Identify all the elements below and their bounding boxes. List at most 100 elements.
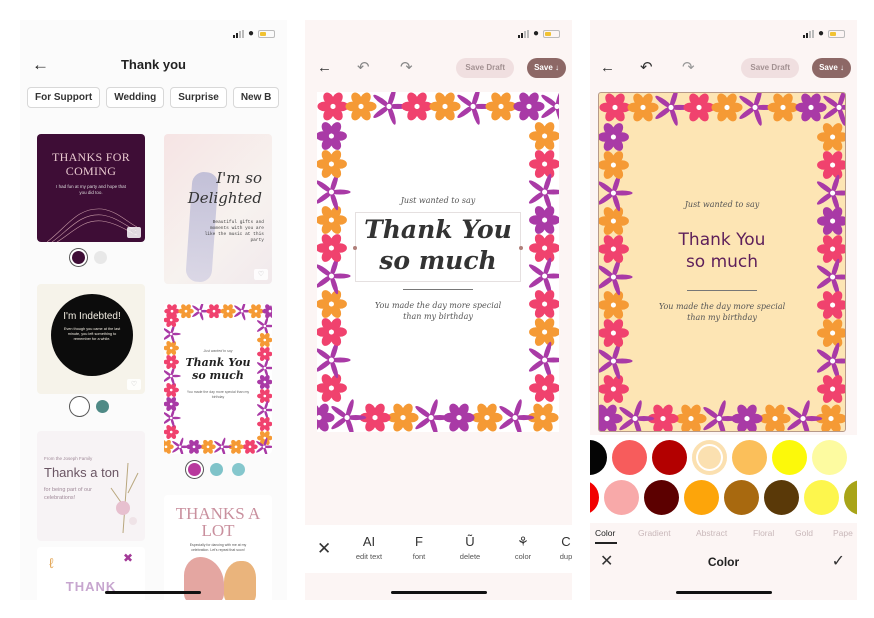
color-swatch[interactable] (692, 440, 727, 475)
color-option[interactable] (96, 400, 109, 413)
card-thanks-a-ton[interactable]: From the Joseph Family Thanks a ton for … (37, 431, 145, 541)
flower-icon (164, 408, 181, 428)
card-canvas[interactable]: Just wanted to say Thank You so much You… (317, 92, 559, 432)
favorite-icon[interactable]: ♡ (127, 379, 141, 390)
arrow-left-icon[interactable]: ← (317, 58, 332, 78)
card-subtext[interactable]: You made the day more special than my bi… (317, 300, 559, 322)
color-swatch[interactable] (590, 480, 599, 515)
color-option[interactable] (210, 463, 223, 476)
tool-delete[interactable]: Ũ delete (447, 533, 493, 561)
decoration-icon: ℓ (49, 555, 54, 571)
color-swatch[interactable] (652, 440, 687, 475)
save-button[interactable]: Save ↓ (812, 58, 851, 78)
card-thanks-for-coming[interactable]: THANKS FOR COMING I had fun at my party … (37, 134, 145, 242)
tool-color[interactable]: ⚘ color (500, 533, 546, 561)
card-title: Thank You so much (185, 356, 251, 382)
card-kicker[interactable]: Just wanted to say (599, 200, 845, 209)
flower-icon (619, 400, 655, 431)
flower-icon (256, 316, 272, 336)
flower-icon (257, 333, 272, 347)
favorite-icon[interactable]: ♡ (127, 227, 141, 238)
color-screen: ● ← ↶ ↷ Save Draft Save ↓ Just wanted to… (590, 20, 857, 600)
save-draft-button[interactable]: Save Draft (456, 58, 514, 78)
font-icon: F (415, 534, 423, 549)
tool-label: dup (559, 552, 572, 561)
undo-icon[interactable]: ↶ (357, 58, 370, 78)
color-swatch[interactable] (772, 440, 807, 475)
flower-icon (164, 355, 179, 369)
card-body: I had fun at my party and hope that you … (56, 184, 126, 195)
card-title: I'm Indebted! (63, 311, 121, 322)
chip-new-b[interactable]: New B (232, 87, 280, 108)
color-swatch[interactable] (612, 440, 647, 475)
card-im-so-delighted[interactable]: I'm so Delighted Beautiful gifts and mom… (164, 134, 272, 284)
card-headline[interactable]: Thank You so much (599, 229, 845, 273)
flower-icon (599, 404, 623, 431)
color-swatch[interactable] (844, 480, 857, 515)
card-headline[interactable]: Thank You so much (317, 214, 559, 276)
color-option[interactable] (94, 251, 107, 264)
card-thank-you-so-much[interactable]: Just wanted to say Thank You so much You… (164, 304, 272, 454)
color-swatch[interactable] (764, 480, 799, 515)
tab-gradient[interactable]: Gradient (638, 528, 671, 538)
flower-icon (317, 150, 347, 178)
color-option[interactable] (232, 463, 245, 476)
tab-gold[interactable]: Gold (795, 528, 813, 538)
tab-floral[interactable]: Floral (753, 528, 774, 538)
color-swatch[interactable] (684, 480, 719, 515)
background-tabs: Color Gradient Abstract Floral Gold Pape (590, 526, 857, 548)
card-subtext[interactable]: You made the day more special than my bi… (599, 301, 845, 323)
edit-toolbar: ✕ AI edit text F font Ũ delete ⚘ color C… (305, 525, 572, 573)
flower-icon (787, 400, 823, 431)
tab-abstract[interactable]: Abstract (696, 528, 727, 538)
save-button[interactable]: Save ↓ (527, 58, 566, 78)
flower-icon (257, 347, 272, 361)
chip-for-support[interactable]: For Support (27, 87, 101, 108)
undo-icon[interactable]: ↶ (640, 58, 653, 78)
arrow-left-icon[interactable]: ← (600, 58, 615, 78)
flower-icon (242, 439, 258, 454)
color-swatch[interactable] (604, 480, 639, 515)
tool-font[interactable]: F font (396, 533, 442, 561)
subtext-line: You made the day more special (658, 302, 786, 311)
flower-icon (817, 375, 845, 403)
editor-header: ← ↶ ↷ Save Draft Save ↓ (305, 58, 572, 80)
card-im-indebted[interactable]: I'm Indebted! Even though you came at th… (37, 284, 145, 394)
flower-icon (817, 123, 845, 151)
chip-wedding[interactable]: Wedding (106, 87, 165, 108)
flower-icon (178, 304, 194, 319)
color-swatch[interactable] (590, 440, 607, 475)
divider (687, 290, 757, 291)
tab-color[interactable]: Color (595, 528, 618, 544)
color-swatch[interactable] (812, 440, 847, 475)
flower-icon (164, 324, 181, 344)
card-canvas[interactable]: Just wanted to say Thank You so much You… (598, 92, 846, 432)
signal-icon (232, 30, 244, 38)
color-swatch[interactable] (732, 440, 767, 475)
color-option[interactable] (72, 399, 87, 414)
redo-icon[interactable]: ↷ (682, 58, 695, 78)
redo-icon[interactable]: ↷ (400, 58, 413, 78)
tab-paper[interactable]: Pape (833, 528, 853, 538)
close-icon[interactable]: ✕ (317, 539, 331, 559)
card-kicker[interactable]: Just wanted to say (317, 196, 559, 205)
color-option[interactable] (188, 463, 201, 476)
card-kicker: From the Joseph Family (44, 456, 93, 461)
color-option[interactable] (72, 251, 85, 264)
color-swatch[interactable] (804, 480, 839, 515)
divider (403, 289, 473, 290)
favorite-icon[interactable]: ♡ (254, 269, 268, 280)
tool-edit-text[interactable]: AI edit text (346, 533, 392, 561)
tool-duplicate[interactable]: C dup (543, 533, 572, 561)
checkmark-icon[interactable]: ✓ (832, 552, 845, 572)
flower-icon (528, 341, 559, 379)
flower-icon (164, 397, 179, 411)
color-swatch[interactable] (724, 480, 759, 515)
chip-surprise[interactable]: Surprise (170, 87, 227, 108)
flower-icon (345, 92, 377, 121)
card-thanks-a-lot[interactable]: THANKS A LOT Especially for dancing with… (164, 495, 272, 600)
flower-icon (256, 358, 272, 378)
save-draft-button[interactable]: Save Draft (741, 58, 799, 78)
flower-icon (317, 173, 351, 211)
color-swatch[interactable] (644, 480, 679, 515)
